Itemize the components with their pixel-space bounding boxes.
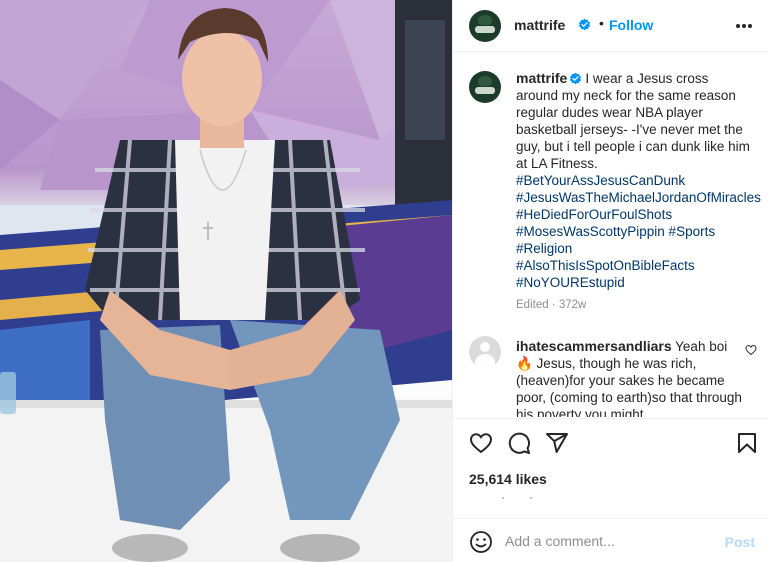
post-sidebar: mattrife • Follow mattrife I wear a Jesus… <box>452 0 768 562</box>
share-icon[interactable] <box>545 431 569 455</box>
add-comment-input[interactable] <box>505 529 720 553</box>
hashtag-link[interactable]: #AlsoThisIsSpotOnBibleFacts <box>516 257 752 274</box>
author-username[interactable]: mattrife <box>514 17 565 33</box>
emoji-icon[interactable] <box>469 530 493 554</box>
caption-hashtags: #BetYourAssJesusCanDunk #JesusWasTheMich… <box>516 172 761 291</box>
caption-meta: Edited · 372w <box>516 299 587 311</box>
hashtag-link[interactable]: #JesusWasTheMichaelJordanOfMiracles #HeD… <box>516 189 761 223</box>
verified-badge-icon <box>570 72 582 85</box>
post-modal: mattrife • Follow mattrife I wear a Jesus… <box>0 0 768 562</box>
post-caption: mattrife I wear a Jesus cross around my n… <box>516 70 761 291</box>
hashtag-link[interactable]: #BetYourAssJesusCanDunk <box>516 172 752 189</box>
bookmark-icon[interactable] <box>735 431 759 455</box>
add-comment-bar: Post <box>453 518 768 562</box>
scroll-fade <box>501 496 533 500</box>
commenter-username[interactable]: ihatescammersandliars <box>516 338 672 354</box>
follow-button[interactable]: Follow <box>609 17 653 33</box>
comment-icon[interactable] <box>507 431 531 455</box>
hashtag-link[interactable]: #Religion <box>516 240 752 257</box>
header-separator: • <box>599 15 604 31</box>
comments-scroll-area[interactable]: mattrife I wear a Jesus cross around my n… <box>453 53 768 417</box>
hashtag-link[interactable]: #MosesWasScottyPippin #Sports <box>516 223 752 240</box>
post-header: mattrife • Follow <box>453 0 768 52</box>
post-actions: 25,614 likes <box>453 418 768 518</box>
author-avatar[interactable] <box>469 10 501 42</box>
comment: ihatescammersandliars Yeah boi 🔥 Jesus, … <box>516 338 746 417</box>
comment-like-heart-icon[interactable] <box>745 344 757 356</box>
photo-illustration <box>0 0 452 562</box>
commenter-avatar[interactable] <box>469 336 501 368</box>
heart-icon[interactable] <box>469 431 493 455</box>
likes-count[interactable]: 25,614 likes <box>469 471 547 487</box>
caption-author-avatar[interactable] <box>469 71 501 103</box>
post-comment-button[interactable]: Post <box>725 534 755 550</box>
caption-text: I wear a Jesus cross around my neck for … <box>516 71 750 171</box>
caption-username[interactable]: mattrife <box>516 70 567 86</box>
hashtag-link[interactable]: #NoYOUREstupid <box>516 274 752 291</box>
verified-badge-icon <box>578 18 591 31</box>
more-options-icon[interactable] <box>735 17 753 35</box>
post-photo[interactable] <box>0 0 452 562</box>
